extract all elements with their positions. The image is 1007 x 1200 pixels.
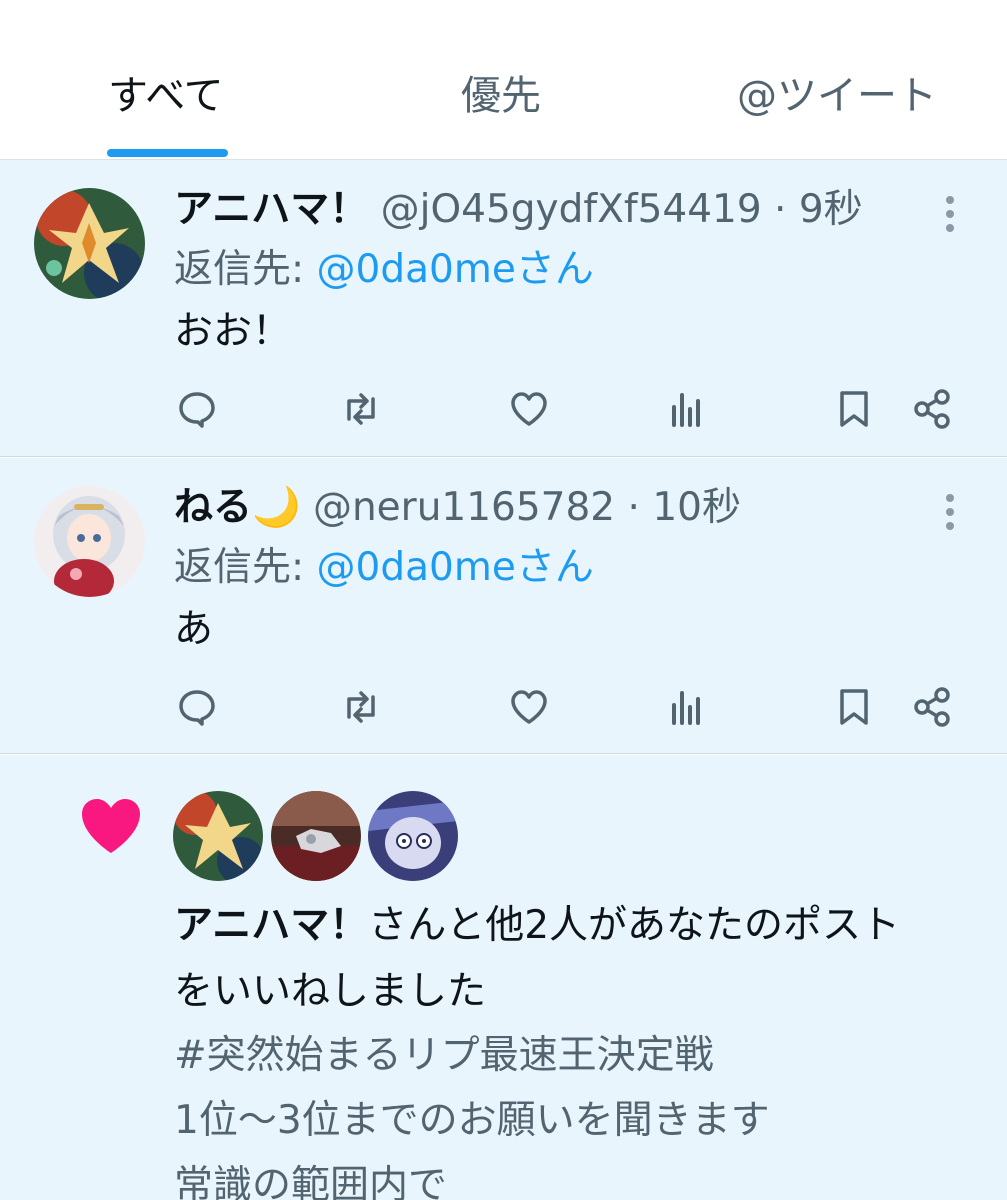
more-options-icon[interactable]	[944, 196, 956, 232]
reply-prefix: 返信先:	[174, 247, 305, 292]
liker-name[interactable]: アニハマ！	[174, 903, 368, 948]
retweet-icon[interactable]	[337, 683, 385, 731]
retweet-icon[interactable]	[337, 385, 385, 433]
liked-post-line: 常識の範囲内で	[174, 1163, 448, 1200]
timestamp[interactable]: 10秒	[652, 485, 741, 530]
share-icon[interactable]	[908, 683, 956, 731]
like-icon[interactable]	[505, 683, 553, 731]
view-count-icon[interactable]	[664, 683, 712, 731]
separator-dot: ·	[627, 485, 640, 530]
display-name[interactable]: ねる🌙	[174, 485, 301, 530]
reply-context: 返信先: @0da0meさん	[174, 542, 594, 594]
like-notification[interactable]: アニハマ！さんと他2人があなたのポスト をいいねしました #突然始まるリプ最速王…	[0, 755, 1007, 1200]
display-name[interactable]: アニハマ！	[174, 187, 368, 232]
bookmark-icon[interactable]	[830, 683, 878, 731]
reply-mention-link[interactable]: @0da0meさん	[317, 545, 594, 590]
bookmark-icon[interactable]	[830, 385, 878, 433]
reply-icon[interactable]	[173, 683, 221, 731]
heart-icon	[80, 797, 142, 855]
avatar[interactable]	[368, 791, 458, 881]
tweet-text: あ	[174, 607, 214, 652]
share-icon[interactable]	[908, 385, 956, 433]
avatar[interactable]	[173, 791, 263, 881]
reply-icon[interactable]	[173, 385, 221, 433]
tweet-card[interactable]: アニハマ！ @jO45gydfXf54419 · 9秒 返信先: @0da0me…	[0, 160, 1007, 457]
notification-tabs: すべて 優先 @ツイート	[0, 0, 1007, 160]
avatar[interactable]	[271, 791, 361, 881]
liked-post-line: 1位〜3位までのお願いを聞きます	[174, 1098, 770, 1143]
tweet-actions	[0, 683, 1007, 733]
tweet-actions	[0, 385, 1007, 435]
liked-post-line: #突然始まるリプ最速王決定戦	[174, 1033, 714, 1078]
like-summary-text: さんと他2人があなたのポスト	[368, 903, 901, 948]
view-count-icon[interactable]	[664, 385, 712, 433]
reply-prefix: 返信先:	[174, 545, 305, 590]
reply-mention-link[interactable]: @0da0meさん	[317, 247, 594, 292]
tab-all[interactable]: すべて	[108, 70, 224, 122]
tweet-header: アニハマ！ @jO45gydfXf54419 · 9秒	[174, 184, 863, 236]
like-icon[interactable]	[505, 385, 553, 433]
tab-mentions[interactable]: @ツイート	[737, 70, 937, 122]
like-summary: アニハマ！さんと他2人があなたのポスト	[174, 900, 900, 952]
timestamp[interactable]: 9秒	[799, 187, 863, 232]
avatar[interactable]	[34, 486, 145, 597]
avatar[interactable]	[34, 188, 145, 299]
tweet-text: おお！	[174, 309, 292, 354]
tab-priority[interactable]: 優先	[461, 70, 541, 122]
more-options-icon[interactable]	[944, 494, 956, 530]
user-handle[interactable]: @neru1165782	[313, 485, 615, 530]
like-summary-line2: をいいねしました	[174, 969, 487, 1014]
tweet-card[interactable]: ねる🌙 @neru1165782 · 10秒 返信先: @0da0meさん あ	[0, 458, 1007, 754]
tweet-header: ねる🌙 @neru1165782 · 10秒	[174, 482, 741, 534]
user-handle[interactable]: @jO45gydfXf54419	[381, 187, 762, 232]
active-tab-indicator	[107, 149, 228, 157]
reply-context: 返信先: @0da0meさん	[174, 244, 594, 296]
separator-dot: ·	[774, 187, 787, 232]
